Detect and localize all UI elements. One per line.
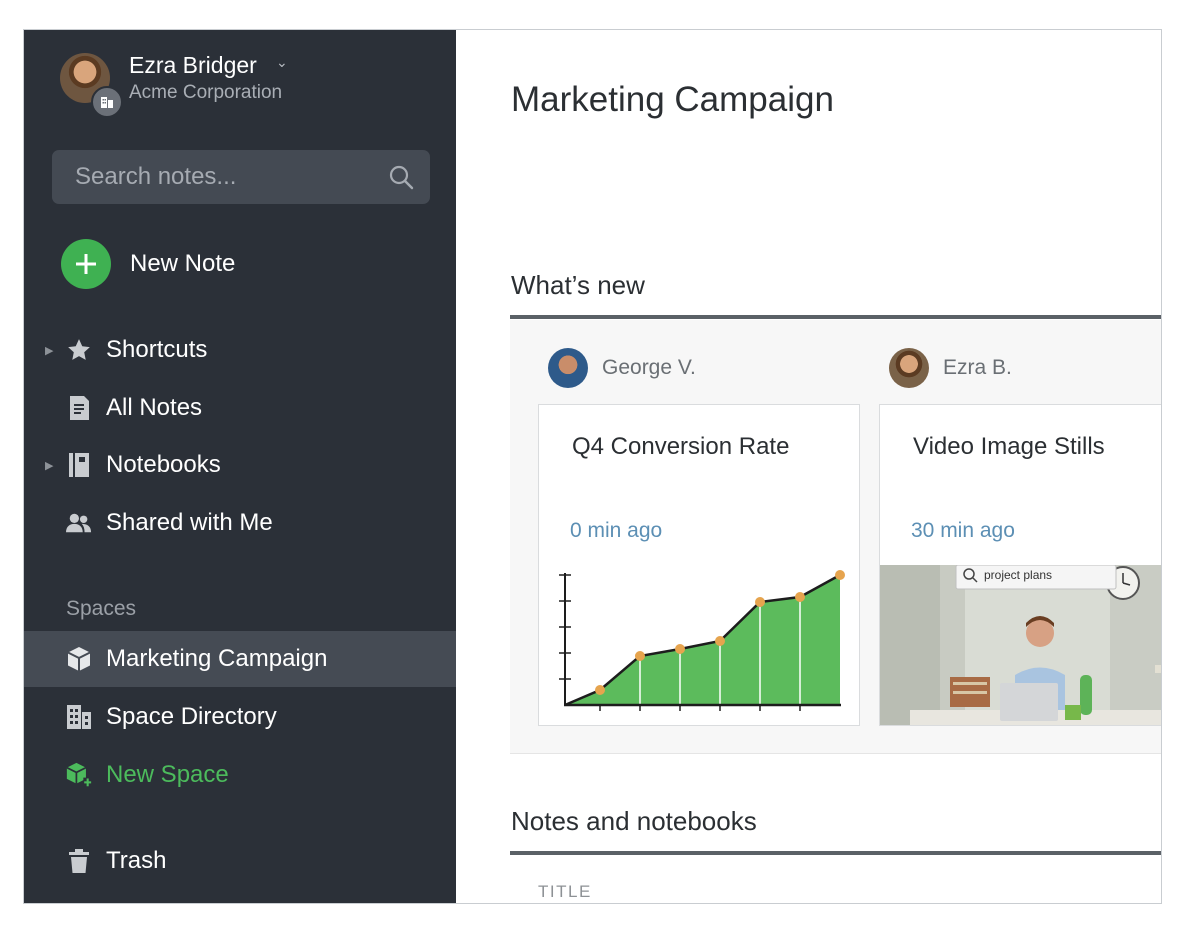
author-avatar	[889, 348, 929, 388]
search-input[interactable]	[52, 150, 375, 204]
section-divider	[510, 315, 1161, 319]
cube-icon	[66, 646, 92, 672]
sidebar-item-shared-with-me[interactable]: Shared with Me	[24, 495, 456, 551]
new-note-label: New Note	[130, 250, 236, 277]
notes-notebooks-heading: Notes and notebooks	[511, 806, 757, 836]
sidebar-item-label: New Space	[106, 761, 229, 788]
photo-search-text: project plans	[984, 568, 1052, 582]
note-card-time: 30 min ago	[911, 519, 1015, 542]
sidebar-item-space-directory[interactable]: Space Directory	[24, 689, 456, 745]
note-card-time: 0 min ago	[570, 519, 663, 542]
people-icon	[66, 510, 92, 536]
author-avatar	[548, 348, 588, 388]
sidebar-item-new-space[interactable]: New Space	[24, 747, 456, 803]
org-name: Acme Corporation	[129, 82, 283, 103]
star-icon	[66, 337, 92, 363]
sidebar-item-label: Notebooks	[106, 451, 221, 478]
plus-icon	[61, 239, 111, 289]
whats-new-heading: What’s new	[511, 270, 645, 300]
notebook-icon	[66, 452, 92, 478]
card-author[interactable]: George V.	[548, 348, 696, 388]
sidebar-item-shortcuts[interactable]: ▶ Shortcuts	[24, 322, 456, 378]
note-card-title: Q4 Conversion Rate	[572, 433, 790, 460]
column-header-title[interactable]: TITLE	[538, 882, 592, 902]
building-icon	[66, 704, 92, 730]
note-card-q4[interactable]: Q4 Conversion Rate 0 min ago	[538, 404, 860, 726]
sidebar-item-all-notes[interactable]: All Notes	[24, 380, 456, 436]
search-box	[52, 150, 430, 204]
sidebar-item-marketing-campaign[interactable]: Marketing Campaign	[24, 631, 456, 687]
main-content: Marketing Campaign What’s new George V. …	[456, 30, 1161, 903]
office-photo-thumbnail: project plans	[880, 565, 1161, 725]
sidebar-item-label: Space Directory	[106, 703, 277, 730]
sidebar-item-label: Shared with Me	[106, 509, 273, 536]
search-icon[interactable]	[388, 164, 414, 195]
sidebar-item-notebooks[interactable]: ▶ Notebooks	[24, 437, 456, 493]
author-name: Ezra B.	[943, 356, 1012, 379]
author-name: George V.	[602, 356, 696, 379]
note-icon	[66, 395, 92, 421]
caret-right-icon[interactable]: ▶	[45, 344, 53, 357]
app-window: Ezra Bridger ⌄ Acme Corporation New Note…	[23, 29, 1162, 904]
sidebar: Ezra Bridger ⌄ Acme Corporation New Note…	[24, 30, 456, 903]
building-icon	[91, 86, 123, 118]
sidebar-item-label: All Notes	[106, 394, 203, 421]
sidebar-item-trash[interactable]: Trash	[24, 833, 456, 889]
card-author[interactable]: Ezra B.	[889, 348, 1012, 388]
new-note-button[interactable]: New Note	[61, 238, 235, 290]
sidebar-item-label: Shortcuts	[106, 336, 208, 363]
chevron-down-icon[interactable]: ⌄	[276, 54, 288, 71]
caret-right-icon[interactable]: ▶	[45, 459, 53, 472]
note-card-title: Video Image Stills	[913, 433, 1105, 460]
new-space-icon	[66, 762, 92, 788]
trash-icon	[66, 848, 92, 874]
sidebar-item-label: Marketing Campaign	[106, 645, 328, 672]
chart-thumbnail	[539, 565, 859, 725]
user-name[interactable]: Ezra Bridger	[129, 52, 257, 79]
sidebar-item-label: Trash	[106, 847, 167, 874]
section-divider	[510, 851, 1161, 855]
page-title: Marketing Campaign	[511, 80, 834, 119]
note-card-video-stills[interactable]: Video Image Stills 30 min ago project pl…	[879, 404, 1161, 726]
spaces-header: Spaces	[66, 597, 137, 620]
